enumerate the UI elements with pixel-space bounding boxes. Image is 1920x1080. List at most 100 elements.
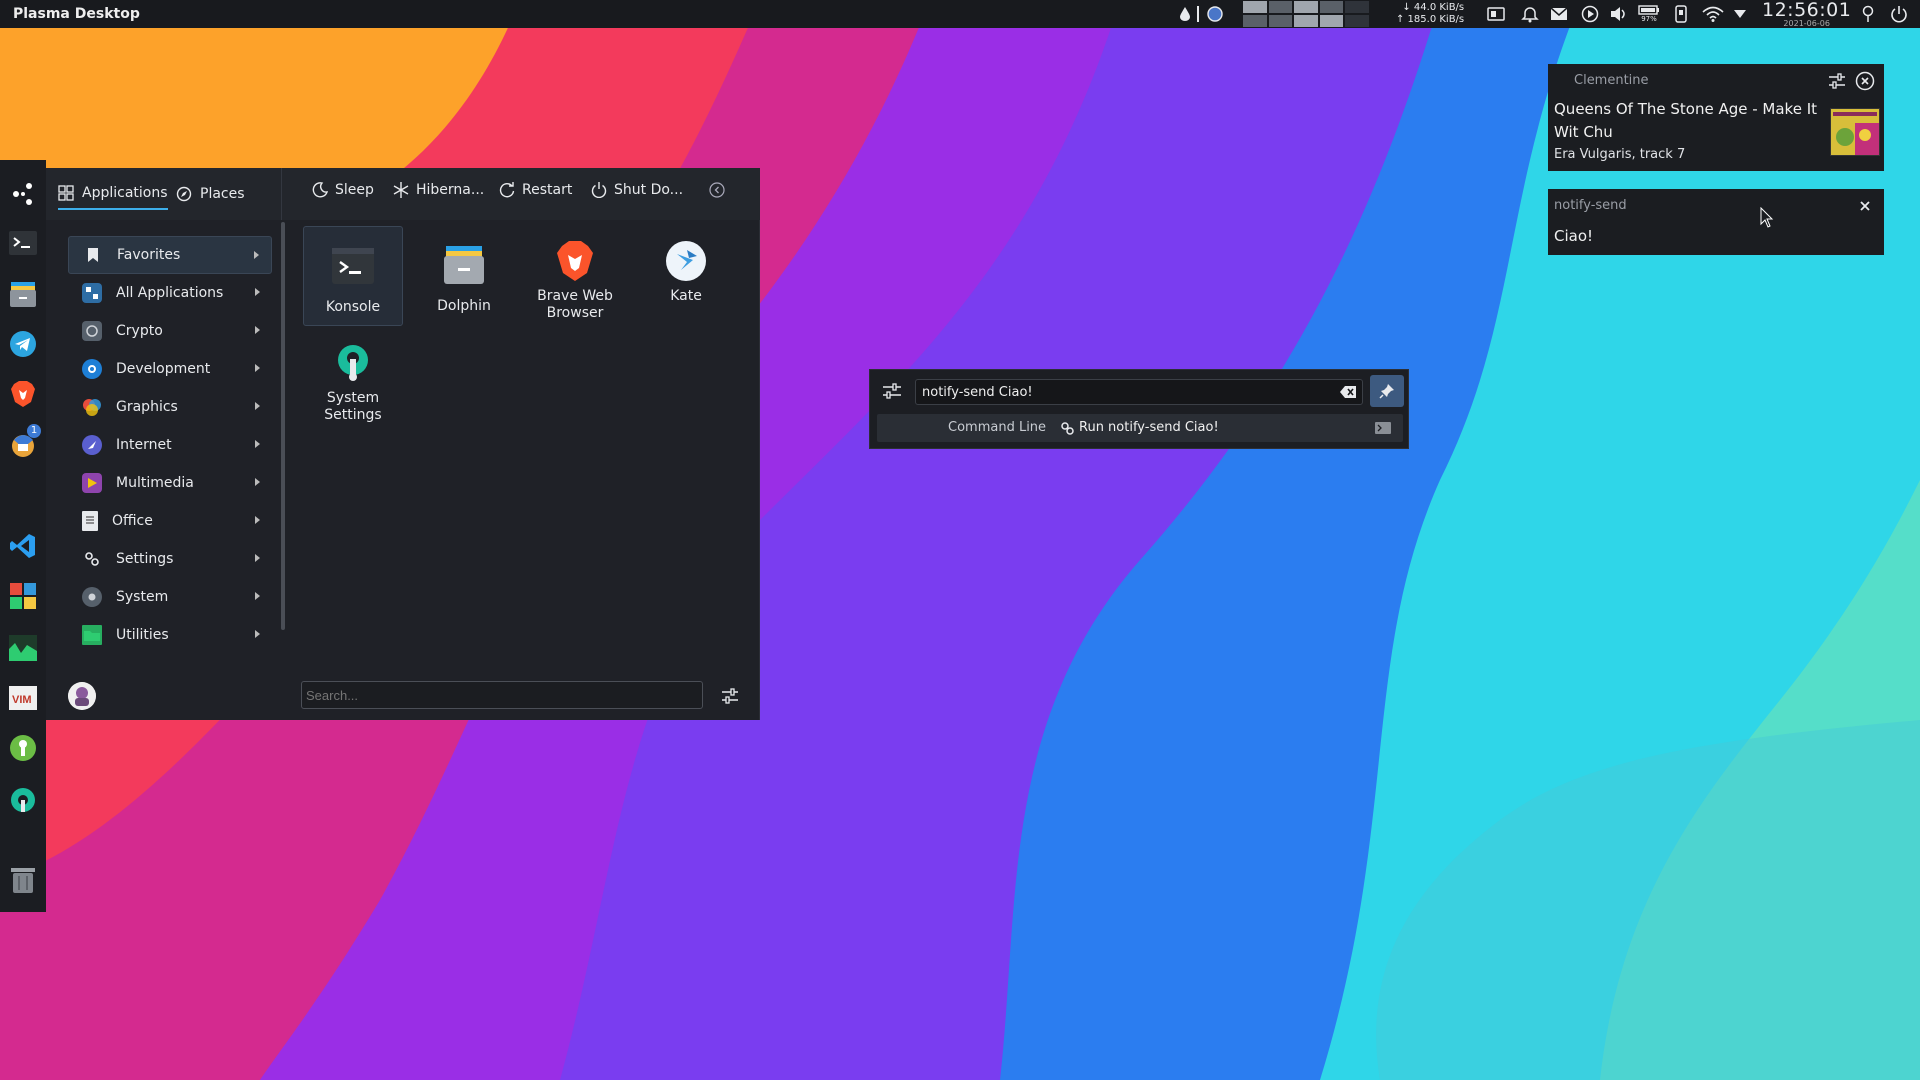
desktop-5[interactable] [1345, 1, 1369, 13]
clock-time: 12:56:01 [1762, 0, 1852, 21]
category-graphics[interactable]: Graphics [68, 388, 272, 426]
virtual-desktop-pager[interactable] [1243, 1, 1369, 27]
pin-button[interactable] [1370, 375, 1404, 407]
leave-more-button[interactable] [709, 182, 725, 198]
thunderbird-icon[interactable]: 1 [7, 424, 41, 460]
category-system[interactable]: System [68, 578, 272, 616]
tab-applications-label: Applications [82, 185, 168, 201]
category-label: Development [116, 361, 211, 377]
vim-icon[interactable]: VIM [7, 682, 39, 714]
category-label: Internet [116, 437, 172, 453]
category-label: Multimedia [116, 475, 194, 491]
desktop-8[interactable] [1294, 15, 1318, 27]
category-office[interactable]: Office [68, 502, 272, 540]
clementine-icon [1554, 73, 1571, 93]
trash-icon[interactable] [7, 864, 39, 896]
digital-clock[interactable]: 12:56:01 2021-06-06 [1762, 0, 1851, 28]
category-all-applications[interactable]: All Applications [68, 274, 272, 312]
notification-clementine[interactable]: Clementine Queens Of The Stone Age - Mak… [1548, 64, 1884, 171]
desktop-1[interactable] [1243, 1, 1267, 13]
dolphin-icon [441, 242, 487, 288]
category-favorites[interactable]: Favorites [68, 236, 272, 274]
desktop-2[interactable] [1268, 1, 1293, 13]
usb-device-icon[interactable] [1671, 0, 1691, 28]
wifi-icon[interactable] [1700, 0, 1726, 28]
desktop-9[interactable] [1319, 15, 1344, 27]
close-icon[interactable] [1854, 70, 1876, 92]
volume-icon[interactable] [1609, 0, 1629, 28]
krunner-dialog: notify-send Ciao! Command Line Run notif… [869, 369, 1409, 449]
krunner-query-input[interactable]: notify-send Ciao! [915, 379, 1363, 405]
media-play-icon[interactable] [1580, 0, 1600, 28]
notification-body: Era Vulgaris, track 7 [1554, 147, 1686, 162]
brave-icon[interactable] [7, 378, 39, 410]
upload-speed: ↑ 185.0 KiB/s [1396, 14, 1465, 25]
telegram-icon[interactable] [7, 328, 39, 360]
app-dolphin[interactable]: Dolphin [414, 226, 514, 315]
terminal-icon[interactable] [7, 227, 39, 259]
utilities-icon [82, 625, 102, 645]
circle-status-icon[interactable] [1204, 0, 1226, 28]
shutdown-button[interactable]: Shut Do... [591, 182, 683, 198]
desktop-10[interactable] [1345, 15, 1369, 27]
notification-notify-send[interactable]: notify-send Ciao! [1548, 189, 1884, 255]
configure-launcher-icon[interactable] [718, 684, 742, 708]
clear-text-icon[interactable] [1340, 386, 1356, 402]
app-konsole[interactable]: Konsole [303, 226, 403, 326]
moon-icon [312, 182, 328, 198]
desktop-6[interactable] [1243, 15, 1267, 27]
krunner-settings-icon[interactable] [882, 382, 904, 404]
clementine-icon[interactable] [7, 478, 39, 510]
sticker-icon[interactable] [1486, 0, 1506, 28]
restart-button[interactable]: Restart [499, 182, 572, 198]
category-crypto[interactable]: Crypto [68, 312, 272, 350]
files-icon[interactable] [7, 278, 39, 310]
settings-icon [82, 549, 102, 569]
run-in-terminal-icon[interactable] [1375, 422, 1391, 438]
category-utilities[interactable]: Utilities [68, 616, 272, 654]
category-settings[interactable]: Settings [68, 540, 272, 578]
category-multimedia[interactable]: Multimedia [68, 464, 272, 502]
desktop-3[interactable] [1294, 1, 1318, 13]
tray-expand-icon[interactable] [1730, 0, 1750, 28]
alarm-icon[interactable] [1520, 0, 1540, 28]
droplet-icon[interactable] [1176, 0, 1194, 28]
app-system-settings[interactable]: System Settings [303, 330, 403, 424]
tab-applications[interactable]: Applications [58, 178, 168, 210]
menu-launcher-icon[interactable] [7, 178, 39, 210]
hibernate-button[interactable]: Hiberna... [393, 182, 484, 198]
tab-places[interactable]: Places [176, 178, 245, 210]
category-scrollbar[interactable] [281, 222, 285, 630]
keepass-icon[interactable] [7, 732, 39, 764]
app-label: Brave Web Browser [537, 288, 613, 321]
software-center-icon[interactable] [7, 580, 39, 612]
network-speed-widget[interactable]: ↓ 44.0 KiB/s ↑ 185.0 KiB/s [1396, 2, 1464, 26]
category-internet[interactable]: Internet [68, 426, 272, 464]
app-brave-web-browser[interactable]: Brave Web Browser [525, 226, 625, 322]
system-settings-icon[interactable] [7, 784, 39, 816]
all-apps-icon [82, 283, 102, 303]
battery-icon[interactable]: 97% [1636, 0, 1662, 28]
category-development[interactable]: Development [68, 350, 272, 388]
notification-body: Ciao! [1554, 227, 1594, 245]
notification-app-name: Clementine [1574, 73, 1649, 88]
desktop-7[interactable] [1268, 15, 1293, 27]
mouse-cursor-icon [1760, 206, 1774, 233]
svg-text:VIM: VIM [12, 694, 32, 706]
vscode-icon[interactable] [7, 530, 39, 562]
desktop-4[interactable] [1319, 1, 1344, 13]
user-avatar[interactable] [68, 682, 96, 710]
krunner-result-row[interactable]: Command Line Run notify-send Ciao! [877, 414, 1403, 442]
close-icon[interactable] [1854, 195, 1876, 217]
category-label: All Applications [116, 285, 224, 301]
location-pin-icon[interactable] [1858, 0, 1878, 28]
mail-icon[interactable] [1549, 0, 1569, 28]
graphics-icon [82, 397, 102, 417]
notification-settings-icon[interactable] [1828, 73, 1846, 93]
category-label: Favorites [117, 247, 181, 263]
launcher-search-input[interactable] [301, 681, 703, 709]
system-monitor-icon[interactable] [7, 632, 39, 664]
app-kate[interactable]: Kate [636, 226, 736, 305]
sleep-button[interactable]: Sleep [312, 182, 374, 198]
power-icon[interactable] [1888, 0, 1910, 28]
